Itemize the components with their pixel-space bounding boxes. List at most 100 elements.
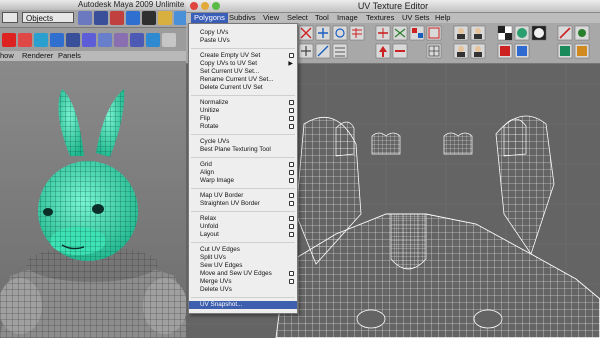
texture-display-icon[interactable] (514, 25, 530, 41)
option-box-icon[interactable] (289, 116, 294, 121)
option-box-icon[interactable] (289, 124, 294, 129)
rotate-uv-icon[interactable] (332, 25, 348, 41)
option-box-icon[interactable] (289, 224, 294, 229)
perspective-viewport[interactable] (0, 61, 190, 338)
menu-item-cycle-uvs[interactable]: Cycle UVs (189, 138, 297, 146)
menu-item-copy-uvs[interactable]: Copy UVs (189, 29, 297, 37)
option-box-icon[interactable] (289, 201, 294, 206)
option-box-icon[interactable] (289, 100, 294, 105)
shelf-icon-11[interactable] (162, 33, 176, 47)
option-box-icon[interactable] (289, 53, 294, 58)
menu-tool[interactable]: Tool (312, 13, 332, 23)
menu-item-cut-uv-edges[interactable]: Cut UV Edges (189, 246, 297, 254)
select-by-hierarchy-icon[interactable] (78, 11, 92, 25)
gear-icon[interactable] (574, 25, 590, 41)
menu-item-flip[interactable]: Flip (189, 115, 297, 123)
menu-polygons[interactable]: Polygons (191, 13, 228, 23)
option-box-icon[interactable] (289, 232, 294, 237)
shelf-icon-5[interactable] (66, 33, 80, 47)
move-uv-icon[interactable] (298, 43, 314, 59)
menu-item-rotate[interactable]: Rotate (189, 123, 297, 131)
flip-uv-icon[interactable] (315, 25, 331, 41)
dim-image-icon[interactable] (514, 43, 530, 59)
menu-view[interactable]: View (260, 13, 282, 23)
menu-set-dropdown[interactable] (2, 12, 18, 23)
snap-grid-icon[interactable] (142, 11, 156, 25)
menu-item-map-uv-border[interactable]: Map UV Border (189, 192, 297, 200)
menu-item-unfold[interactable]: Unfold (189, 223, 297, 231)
menu-image[interactable]: Image (334, 13, 361, 23)
menu-select[interactable]: Select (284, 13, 311, 23)
menu-item-merge-uvs[interactable]: Merge UVs (189, 278, 297, 286)
menu-item-create-empty-uv-set[interactable]: Create Empty UV Set (189, 52, 297, 60)
menu-item-layout[interactable]: Layout (189, 231, 297, 239)
menu-uv-sets[interactable]: UV Sets (399, 13, 433, 23)
display-image-icon[interactable] (497, 43, 513, 59)
menu-item-move-and-sew-uv-edges[interactable]: Move and Sew UV Edges (189, 270, 297, 278)
down-arrow-icon[interactable] (392, 43, 408, 59)
user-icon[interactable] (453, 25, 469, 41)
menu-item-copy-uvs-to-uv-set[interactable]: Copy UVs to UV Set ▶ (189, 60, 297, 68)
panel-menu-renderer[interactable]: Renderer (22, 51, 53, 61)
snap-curve-icon[interactable] (158, 11, 172, 25)
user-icon-2[interactable] (470, 25, 486, 41)
menu-textures[interactable]: Textures (363, 13, 397, 23)
menu-item-uv-snapshot[interactable]: UV Snapshot... (189, 301, 297, 309)
menu-item-best-plane-texturing-tool[interactable]: Best Plane Texturing Tool (189, 146, 297, 154)
menu-help[interactable]: Help (432, 13, 453, 23)
user-icon-3[interactable] (453, 43, 469, 59)
shelf-icon-4[interactable] (50, 33, 64, 47)
menu-item-paste-uvs[interactable]: Paste UVs (189, 37, 297, 45)
lock-icon[interactable] (126, 11, 140, 25)
shelf-icon-7[interactable] (98, 33, 112, 47)
menu-item-relax[interactable]: Relax (189, 215, 297, 223)
menu-item-align[interactable]: Align (189, 169, 297, 177)
menu-item-delete-current-uv-set[interactable]: Delete Current UV Set (189, 84, 297, 92)
render-icon[interactable] (557, 25, 573, 41)
menu-item-unitize[interactable]: Unitize (189, 107, 297, 115)
uv-tool-icon[interactable] (298, 25, 314, 41)
shelf-icon-1[interactable] (2, 33, 16, 47)
filter-image-icon[interactable] (557, 43, 573, 59)
panel-menu-panels[interactable]: Panels (58, 51, 81, 61)
option-box-icon[interactable] (289, 279, 294, 284)
menu-item-straighten-uv-border[interactable]: Straighten UV Border (189, 200, 297, 208)
layout-uv-icon[interactable] (409, 25, 425, 41)
menu-item-split-uvs[interactable]: Split UVs (189, 254, 297, 262)
shelf-icon-2[interactable] (18, 33, 32, 47)
option-box-icon[interactable] (289, 178, 294, 183)
scale-uv-icon[interactable] (315, 43, 331, 59)
menu-item-warp-image[interactable]: Warp Image (189, 177, 297, 185)
menu-item-grid[interactable]: Grid (189, 161, 297, 169)
option-box-icon[interactable] (289, 193, 294, 198)
menu-item-set-current-uv-set[interactable]: Set Current UV Set... (189, 68, 297, 76)
checker-icon[interactable] (497, 25, 513, 41)
shaded-uv-icon[interactable] (531, 25, 547, 41)
menu-subdivs[interactable]: Subdivs (226, 13, 259, 23)
sew-uv-icon[interactable] (392, 25, 408, 41)
wireframe-icon[interactable] (426, 43, 442, 59)
shelf-icon-3[interactable] (34, 33, 48, 47)
shelf-icon-8[interactable] (114, 33, 128, 47)
shelf-icon-6[interactable] (82, 33, 96, 47)
select-by-object-icon[interactable] (94, 11, 108, 25)
menu-item-rename-current-uv-set[interactable]: Rename Current UV Set... (189, 76, 297, 84)
selection-mode-dropdown[interactable]: Objects (22, 12, 74, 23)
select-by-component-icon[interactable] (110, 11, 124, 25)
up-arrow-icon[interactable] (375, 43, 391, 59)
isolate-uv-icon[interactable] (426, 25, 442, 41)
align-uv-icon[interactable] (332, 43, 348, 59)
option-box-icon[interactable] (289, 271, 294, 276)
menu-item-delete-uvs[interactable]: Delete UVs (189, 286, 297, 294)
grid-uv-icon[interactable] (349, 25, 365, 41)
menu-item-sew-uv-edges[interactable]: Sew UV Edges (189, 262, 297, 270)
option-box-icon[interactable] (289, 108, 294, 113)
panel-menu-shading[interactable]: how (0, 51, 14, 61)
user-icon-4[interactable] (470, 43, 486, 59)
shelf-icon-10[interactable] (146, 33, 160, 47)
option-box-icon[interactable] (289, 216, 294, 221)
cut-uv-icon[interactable] (375, 25, 391, 41)
menu-item-normalize[interactable]: Normalize (189, 99, 297, 107)
pixel-snap-icon[interactable] (574, 43, 590, 59)
option-box-icon[interactable] (289, 170, 294, 175)
